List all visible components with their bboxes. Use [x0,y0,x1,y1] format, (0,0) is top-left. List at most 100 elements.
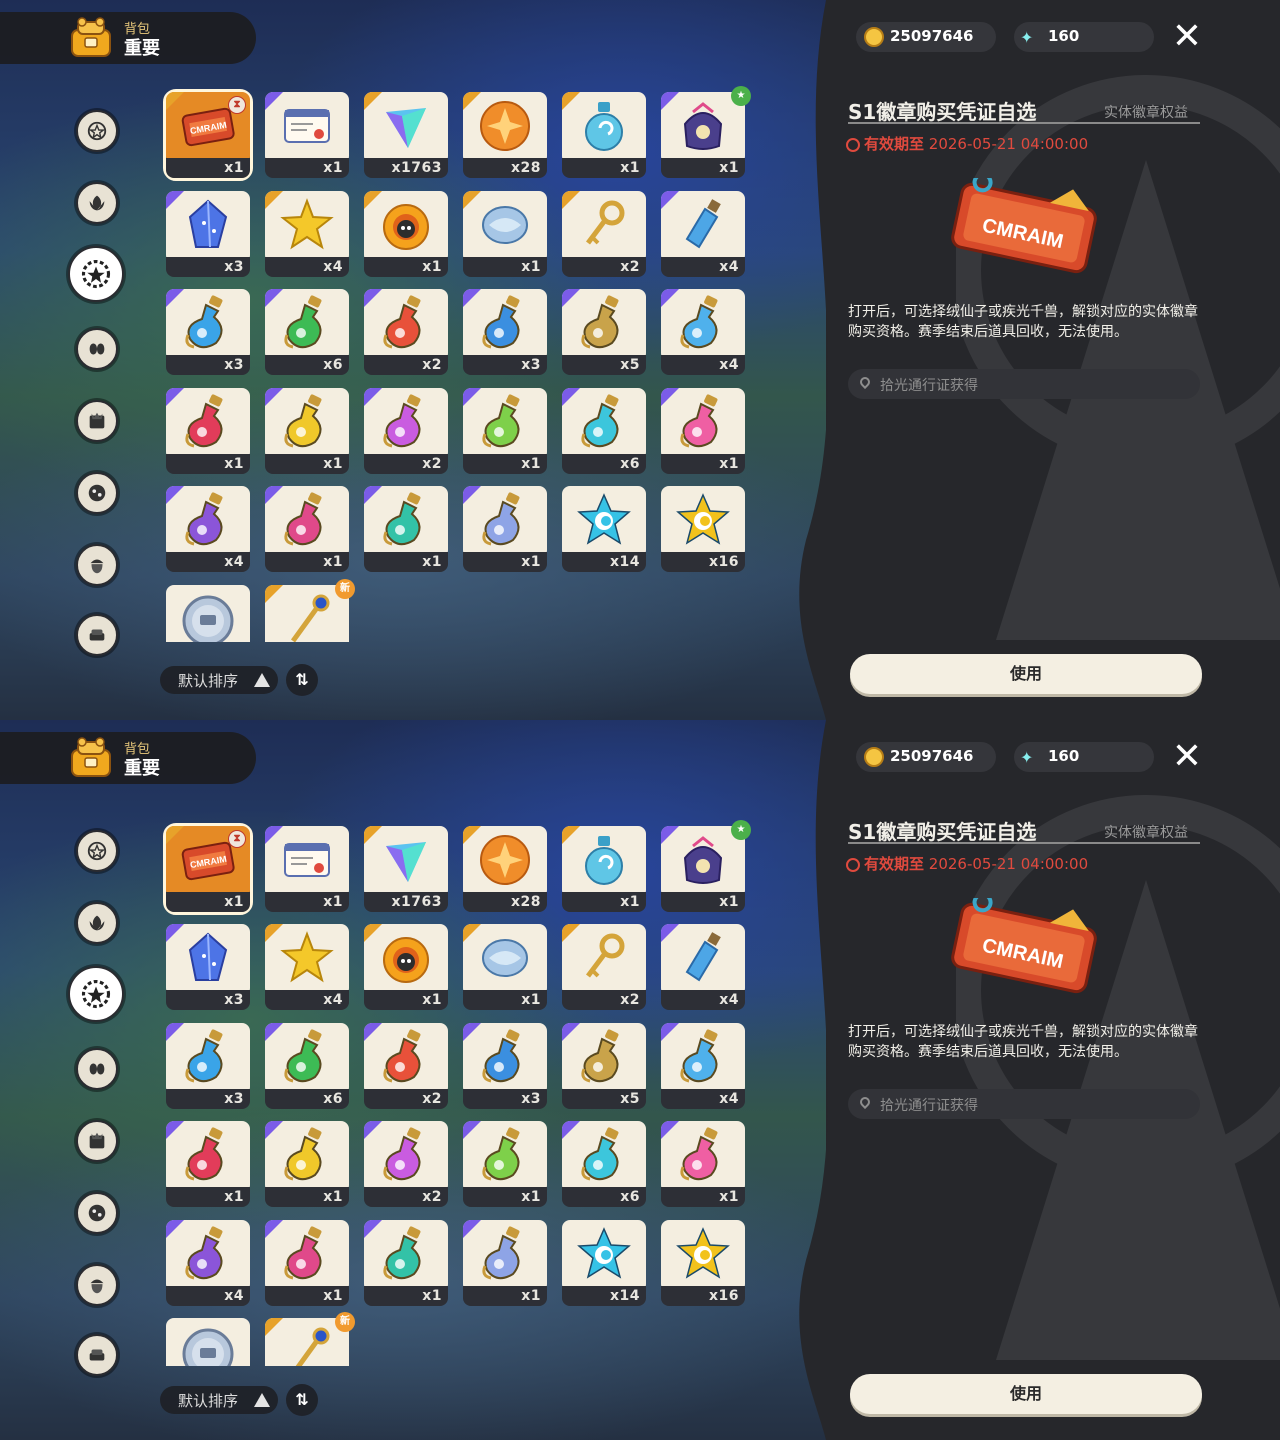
item-slot-seed-bag[interactable]: x1 ★ [661,86,751,178]
sort-order-toggle-button[interactable]: ⇅ [286,664,318,696]
item-slot-potion-pink-swirl[interactable]: x2 [364,1121,448,1207]
potion-cyan-wing-icon [581,393,619,447]
expiry-row: 有效期至 2026-05-21 04:00:00 [846,133,1088,154]
item-slot-potion-pink-heart[interactable]: x1 [661,387,745,474]
item-slot-potion-pink-swirl[interactable]: x2 [364,387,448,474]
item-slot-star-gold-c[interactable]: x16 [661,486,745,572]
item-slot-potion-blue-drop[interactable]: x3 [463,289,547,375]
close-button[interactable]: ✕ [1170,19,1204,55]
item-slot-potion-blue-star[interactable]: x3 [166,289,250,375]
item-slot-seed-bag[interactable]: x1 ★ [661,819,751,912]
item-slot-blue-vial[interactable]: x4 [661,190,745,277]
item-slot-silver-ribbon[interactable]: x1 [463,924,547,1010]
close-button[interactable]: ✕ [1170,739,1204,775]
item-slot-potion-magenta[interactable]: x1 [265,1219,349,1306]
item-slot-gold-star[interactable]: x4 [265,924,349,1010]
category-tab-ball[interactable] [76,472,118,514]
item-slot-potion-red-flame[interactable]: x2 [364,289,448,375]
item-slot-gold-key[interactable]: x2 [562,924,646,1010]
category-tab-flowers[interactable] [76,1048,118,1090]
sort-order-toggle-button[interactable]: ⇅ [286,1384,318,1416]
category-tab-crown-card[interactable] [76,1120,118,1162]
item-source: 拾光通行证获得 [848,1089,1200,1119]
item-slot-potion-cyan-wing[interactable]: x6 [562,387,646,474]
item-slot-blue-crystal[interactable]: x3 [166,924,250,1010]
sort-dropdown[interactable]: 默认排序 [160,1386,278,1414]
category-tab-acorn[interactable] [76,544,118,586]
item-slot-potion-gold-bolt[interactable]: x5 [562,289,646,375]
item-slot-star-gold-c[interactable]: x16 [661,1219,745,1306]
item-slot-flower-creature[interactable]: x1 [364,190,448,277]
item-slot-gold-staff[interactable]: x1新 [265,1312,355,1366]
category-tab-sofa[interactable] [76,614,118,656]
item-slot-star-cyan-c[interactable]: x14 [562,486,646,572]
item-slot-potion-teal-gear[interactable]: x1 [364,486,448,572]
item-slot-star-cyan-c[interactable]: x14 [562,1219,646,1306]
item-slot-potion-pink-heart[interactable]: x1 [661,1121,745,1207]
item-slot-potion-yellow[interactable]: x1 [265,387,349,474]
header-title: 重要 [124,38,160,59]
item-slot-flower-creature[interactable]: x1 [364,924,448,1010]
gem-amount: 160 [1048,747,1080,765]
item-slot-potion-red-crown[interactable]: x1 [166,1121,250,1207]
item-slot-potion-magenta[interactable]: x1 [265,486,349,572]
item-slot-prism[interactable]: x1763 [364,825,448,912]
item-slot-potion-yellow[interactable]: x1 [265,1121,349,1207]
item-slot-potion-cyan-wing[interactable]: x6 [562,1121,646,1207]
item-slot-gold-key[interactable]: x2 [562,190,646,277]
item-slot-silver-coin[interactable]: x199 [166,1318,250,1366]
item-slot-potion-lavender-swirl[interactable]: x1 [463,1219,547,1306]
item-quantity: x1 [224,160,244,176]
item-quantity: x1 [719,455,739,472]
category-tab-gear-star[interactable] [68,966,124,1022]
item-quantity: x1 [521,258,541,275]
item-slot-orange-orb[interactable]: x28 [463,825,547,912]
item-slot-potion-green-leaf[interactable]: x6 [265,1022,349,1109]
item-card [364,486,448,558]
item-slot-potion-blue-star[interactable]: x3 [166,1022,250,1109]
item-slot-blue-bottle[interactable]: x1 [562,92,646,178]
sort-dropdown[interactable]: 默认排序 [160,666,278,694]
item-slot-card-letter[interactable]: x1 [265,92,349,178]
item-slot-potion-sky-flower[interactable]: x4 [661,289,745,375]
item-slot-badge-voucher[interactable]: CMRAIM x1 ⧗ [163,822,253,915]
item-slot-potion-lavender-swirl[interactable]: x1 [463,486,547,572]
item-slot-gold-staff[interactable]: x1新 [265,578,355,642]
item-slot-potion-teal-gear[interactable]: x1 [364,1219,448,1306]
item-slot-gold-star[interactable]: x4 [265,190,349,277]
item-slot-blue-vial[interactable]: x4 [661,924,745,1010]
item-slot-potion-gold-bolt[interactable]: x5 [562,1022,646,1109]
item-slot-potion-lime[interactable]: x1 [463,1121,547,1207]
item-slot-blue-crystal[interactable]: x3 [166,190,250,277]
item-slot-potion-purple-ghost[interactable]: x4 [166,486,250,572]
category-tab-leaf[interactable] [76,182,118,224]
category-tab-star-badge[interactable] [76,110,118,152]
category-tab-acorn[interactable] [76,1264,118,1306]
item-slot-potion-lime[interactable]: x1 [463,387,547,474]
use-button[interactable]: 使用 [850,1374,1202,1414]
item-slot-card-letter[interactable]: x1 [265,825,349,912]
location-pin-icon [857,1094,873,1110]
item-slot-potion-purple-ghost[interactable]: x4 [166,1219,250,1306]
item-slot-potion-blue-drop[interactable]: x3 [463,1022,547,1109]
category-tab-star-badge[interactable] [76,830,118,872]
item-slot-potion-sky-flower[interactable]: x4 [661,1022,745,1109]
category-tab-gear-star[interactable] [68,246,124,302]
category-tab-flowers[interactable] [76,328,118,370]
use-button[interactable]: 使用 [850,654,1202,694]
item-slot-potion-red-crown[interactable]: x1 [166,387,250,474]
item-slot-silver-coin[interactable]: x199 [166,584,250,642]
item-slot-blue-bottle[interactable]: x1 [562,825,646,912]
item-slot-badge-voucher[interactable]: CMRAIM x1 ⧗ [163,89,253,181]
item-slot-orange-orb[interactable]: x28 [463,92,547,178]
item-quantity: x3 [224,258,244,275]
gold-star-icon [280,931,334,983]
category-tab-sofa[interactable] [76,1334,118,1376]
category-tab-ball[interactable] [76,1192,118,1234]
category-tab-crown-card[interactable] [76,400,118,442]
category-tab-leaf[interactable] [76,902,118,944]
item-slot-potion-red-flame[interactable]: x2 [364,1022,448,1109]
item-slot-potion-green-leaf[interactable]: x6 [265,289,349,375]
item-slot-silver-ribbon[interactable]: x1 [463,190,547,277]
item-slot-prism[interactable]: x1763 [364,92,448,178]
